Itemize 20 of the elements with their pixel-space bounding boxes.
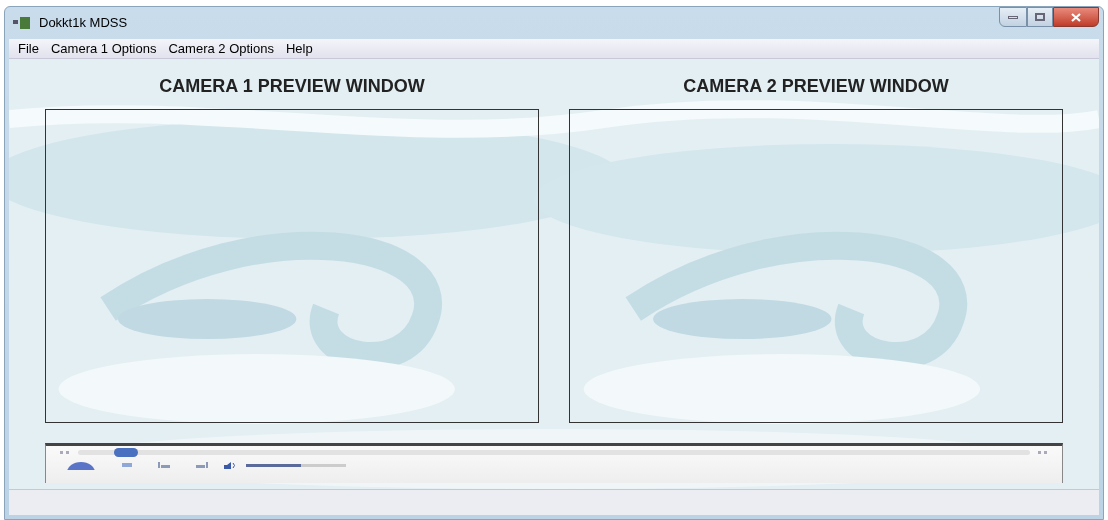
volume-slider[interactable] (246, 463, 346, 467)
speaker-icon[interactable] (224, 461, 238, 469)
seek-bar[interactable] (78, 450, 1030, 455)
maximize-button[interactable] (1027, 7, 1053, 27)
preview-heading: CAMERA 1 PREVIEW WINDOW (159, 75, 425, 98)
menu-item[interactable]: Camera 1 Options (45, 38, 162, 59)
app-icon (13, 16, 31, 30)
window-title: Dokkt1k MDSS (39, 14, 128, 33)
previous-icon[interactable] (158, 462, 170, 468)
close-icon (1071, 12, 1081, 22)
menu-item[interactable]: Camera 2 Options (163, 38, 279, 59)
next-icon[interactable] (196, 462, 208, 468)
close-button[interactable] (1053, 7, 1099, 27)
volume-fill[interactable] (246, 463, 301, 467)
preview-heading: CAMERA 2 PREVIEW WINDOW (683, 75, 949, 98)
play-icon[interactable] (66, 460, 96, 470)
menu-item[interactable]: Help (280, 38, 318, 59)
seek-thumb[interactable] (113, 448, 138, 457)
menu-item[interactable]: File (13, 38, 44, 59)
minimize-button[interactable] (999, 7, 1027, 27)
